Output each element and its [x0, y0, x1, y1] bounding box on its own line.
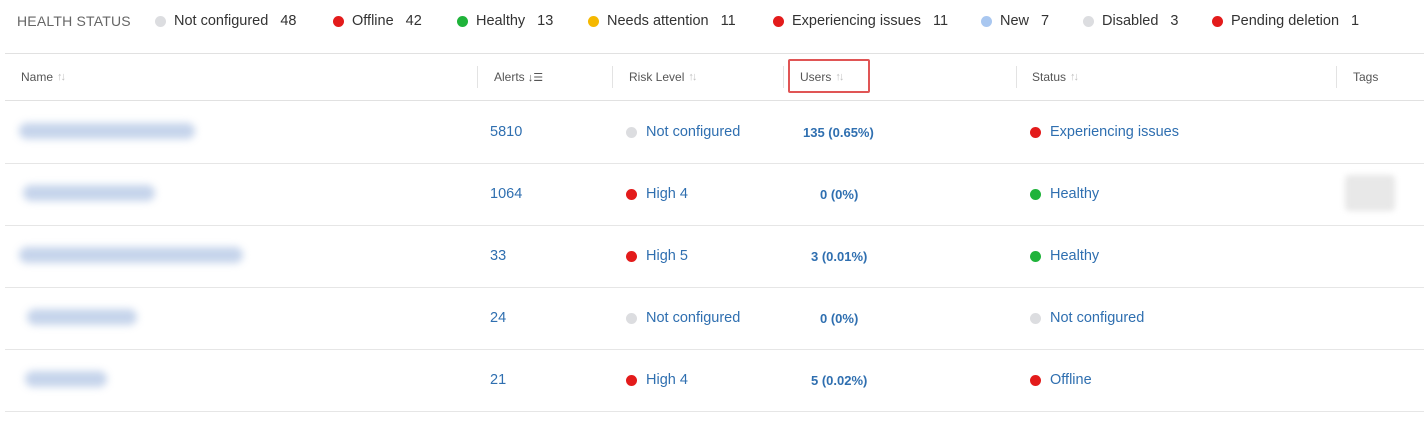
column-divider[interactable]: [1336, 66, 1337, 88]
legend-not-configured[interactable]: Not configured 48: [155, 13, 296, 29]
users-count[interactable]: 3 (0.01%): [811, 225, 867, 287]
status-dot-icon: [626, 126, 637, 138]
sort-descending-icon[interactable]: ↓☰: [528, 71, 543, 84]
status[interactable]: Healthy: [1030, 225, 1099, 287]
column-header-name[interactable]: Name ↑↓: [21, 70, 66, 84]
users-count[interactable]: 5 (0.02%): [811, 349, 867, 411]
status-dot-icon: [1030, 126, 1041, 138]
health-status-bar: HEALTH STATUS Not configured 48 Offline …: [0, 0, 1424, 44]
device-name-redacted[interactable]: [23, 185, 155, 201]
users-count[interactable]: 0 (0%): [820, 287, 858, 349]
table-header: Name ↑↓ Alerts ↓☰ Risk Level ↑↓ Users ↑↓…: [5, 54, 1424, 101]
legend-pending-deletion[interactable]: Pending deletion 1: [1212, 13, 1359, 29]
sort-icon[interactable]: ↑↓: [1070, 71, 1079, 83]
device-name-redacted[interactable]: [19, 247, 243, 263]
users-count[interactable]: 0 (0%): [820, 163, 858, 225]
status-dot-icon: [1030, 188, 1041, 200]
column-divider[interactable]: [783, 66, 784, 88]
risk-level[interactable]: Not configured: [626, 287, 740, 349]
status-dot-icon: [626, 312, 637, 324]
table-row[interactable]: 24 Not configured 0 (0%) Not configured: [5, 287, 1424, 350]
status-dot-icon: [155, 15, 166, 27]
health-status-title: HEALTH STATUS: [17, 13, 131, 29]
column-header-risk-level[interactable]: Risk Level ↑↓: [629, 70, 697, 84]
device-name-redacted[interactable]: [19, 123, 195, 139]
table-row[interactable]: 1064 High 4 0 (0%) Healthy: [5, 163, 1424, 226]
risk-level[interactable]: High 4: [626, 163, 688, 225]
devices-table: Name ↑↓ Alerts ↓☰ Risk Level ↑↓ Users ↑↓…: [5, 53, 1424, 421]
status-dot-icon: [1030, 374, 1041, 386]
status[interactable]: Not configured: [1030, 287, 1144, 349]
legend-new[interactable]: New 7: [981, 13, 1049, 29]
device-name-redacted[interactable]: [27, 309, 137, 325]
column-divider[interactable]: [477, 66, 478, 88]
column-divider[interactable]: [612, 66, 613, 88]
status-dot-icon: [981, 15, 992, 27]
status-dot-icon: [1030, 250, 1041, 262]
alerts-count[interactable]: 1064: [490, 163, 522, 225]
legend-healthy[interactable]: Healthy 13: [457, 13, 553, 29]
column-divider[interactable]: [1016, 66, 1017, 88]
alerts-count[interactable]: 33: [490, 225, 506, 287]
status-dot-icon: [333, 15, 344, 27]
column-header-alerts[interactable]: Alerts ↓☰: [494, 70, 543, 84]
tag-redacted[interactable]: [1345, 175, 1395, 211]
table-row[interactable]: 5810 Not configured 135 (0.65%) Experien…: [5, 101, 1424, 164]
users-column-highlight: [788, 59, 870, 93]
status[interactable]: Healthy: [1030, 163, 1099, 225]
alerts-count[interactable]: 21: [490, 349, 506, 411]
legend-needs-attention[interactable]: Needs attention 11: [588, 13, 736, 29]
status-dot-icon: [773, 15, 784, 27]
status[interactable]: Experiencing issues: [1030, 101, 1179, 163]
column-header-status[interactable]: Status ↑↓: [1032, 70, 1079, 84]
alerts-count[interactable]: 5810: [490, 101, 522, 163]
status-dot-icon: [1083, 15, 1094, 27]
status-dot-icon: [588, 15, 599, 27]
status-dot-icon: [1030, 312, 1041, 324]
status-dot-icon: [457, 15, 468, 27]
device-name-redacted[interactable]: [25, 371, 107, 387]
risk-level[interactable]: High 5: [626, 225, 688, 287]
sort-icon[interactable]: ↑↓: [688, 71, 697, 83]
status-dot-icon: [626, 250, 637, 262]
status-dot-icon: [1212, 15, 1223, 27]
status[interactable]: Offline: [1030, 349, 1092, 411]
status-dot-icon: [626, 374, 637, 386]
sort-icon[interactable]: ↑↓: [57, 71, 66, 83]
legend-disabled[interactable]: Disabled 3: [1083, 13, 1179, 29]
column-header-tags: Tags: [1353, 70, 1379, 84]
risk-level[interactable]: Not configured: [626, 101, 740, 163]
table-row[interactable]: 21 High 4 5 (0.02%) Offline: [5, 349, 1424, 412]
legend-offline[interactable]: Offline 42: [333, 13, 422, 29]
risk-level[interactable]: High 4: [626, 349, 688, 411]
table-row[interactable]: 33 High 5 3 (0.01%) Healthy: [5, 225, 1424, 288]
legend-experiencing-issues[interactable]: Experiencing issues 11: [773, 13, 948, 29]
users-count[interactable]: 135 (0.65%): [803, 101, 874, 163]
status-dot-icon: [626, 188, 637, 200]
alerts-count[interactable]: 24: [490, 287, 506, 349]
